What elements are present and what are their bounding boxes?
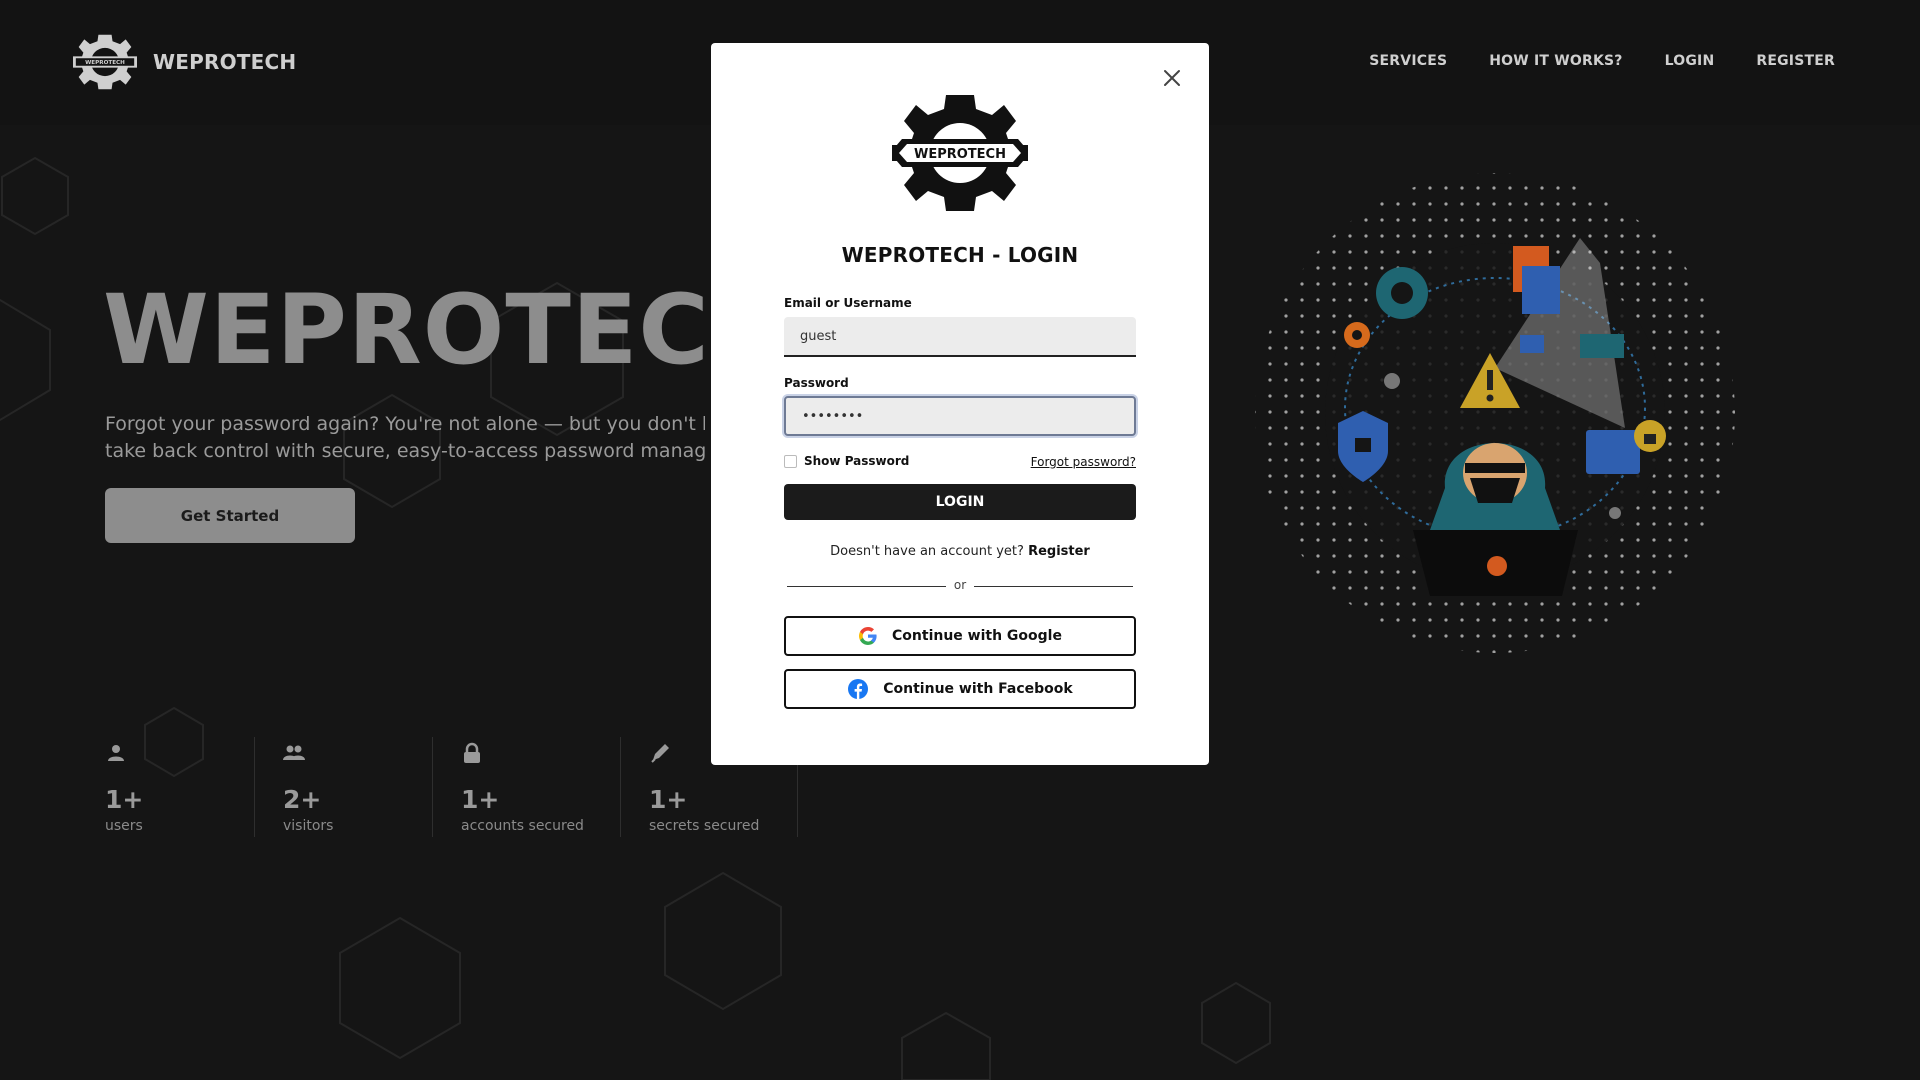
hacker-security-illustration bbox=[1255, 173, 1735, 653]
gear-logo-icon: WEPROTECH bbox=[73, 34, 137, 90]
continue-with-facebook-button[interactable]: Continue with Facebook bbox=[784, 669, 1136, 709]
register-prompt-row: Doesn't have an account yet? Register bbox=[711, 544, 1209, 559]
modal-title: WEPROTECH - LOGIN bbox=[841, 243, 1079, 267]
email-input[interactable]: guest bbox=[784, 317, 1136, 357]
stat-label: visitors bbox=[283, 818, 334, 834]
password-value: •••••••• bbox=[802, 408, 864, 424]
or-text: or bbox=[953, 578, 967, 592]
stat-value: 2+ bbox=[283, 785, 322, 814]
stat-label: users bbox=[105, 818, 143, 834]
google-icon bbox=[859, 627, 877, 645]
nav-services[interactable]: SERVICES bbox=[1369, 53, 1447, 69]
stat-value: 1+ bbox=[649, 785, 688, 814]
stat-divider bbox=[432, 737, 433, 837]
login-modal: WEPROTECH WEPROTECH - LOGIN Email or Use… bbox=[711, 43, 1209, 765]
continue-with-google-button[interactable]: Continue with Google bbox=[784, 616, 1136, 656]
hero-description-line-1: Forgot your password again? You're not a… bbox=[105, 413, 705, 435]
pen-icon bbox=[651, 744, 669, 763]
facebook-icon bbox=[848, 679, 869, 699]
or-divider: or bbox=[787, 578, 1133, 594]
stat-value: 1+ bbox=[105, 785, 144, 814]
brand-name: WEPROTECH bbox=[153, 50, 297, 74]
weprotech-gear-logo-icon: WEPROTECH bbox=[892, 95, 1028, 211]
user-icon bbox=[108, 745, 124, 761]
nav-login[interactable]: LOGIN bbox=[1665, 53, 1715, 69]
logo-text: WEPROTECH bbox=[85, 60, 125, 66]
modal-logo-text: WEPROTECH bbox=[914, 147, 1006, 162]
lock-icon bbox=[464, 742, 480, 763]
email-label: Email or Username bbox=[784, 296, 912, 310]
hero-description-line-2: take back control with secure, easy-to-a… bbox=[105, 440, 705, 462]
google-button-label: Continue with Google bbox=[892, 628, 1062, 644]
register-link[interactable]: Register bbox=[1028, 544, 1090, 559]
users-icon bbox=[283, 745, 305, 760]
close-icon bbox=[1164, 70, 1180, 86]
show-password-label[interactable]: Show Password bbox=[804, 454, 909, 468]
email-value: guest bbox=[800, 328, 837, 344]
hero-title: WEPROTECH bbox=[103, 274, 792, 386]
get-started-button[interactable]: Get Started bbox=[105, 488, 355, 543]
nav-links: SERVICES HOW IT WORKS? LOGIN REGISTER bbox=[1369, 53, 1835, 69]
forgot-password-link[interactable]: Forgot password? bbox=[1031, 455, 1136, 469]
password-input[interactable]: •••••••• bbox=[784, 396, 1136, 436]
register-prompt: Doesn't have an account yet? bbox=[830, 544, 1024, 559]
brand[interactable]: WEPROTECH WEPROTECH bbox=[73, 33, 296, 91]
login-button[interactable]: LOGIN bbox=[784, 484, 1136, 520]
stat-label: accounts secured bbox=[461, 818, 584, 834]
nav-how-it-works[interactable]: HOW IT WORKS? bbox=[1489, 53, 1622, 69]
show-password-checkbox[interactable] bbox=[784, 454, 797, 468]
stat-divider bbox=[254, 737, 255, 837]
nav-register[interactable]: REGISTER bbox=[1756, 53, 1835, 69]
stat-value: 1+ bbox=[461, 785, 500, 814]
facebook-button-label: Continue with Facebook bbox=[883, 681, 1073, 697]
stat-divider bbox=[620, 737, 621, 837]
divider-line-right bbox=[974, 586, 1133, 587]
show-password-row: Show Password bbox=[784, 454, 909, 468]
stat-label: secrets secured bbox=[649, 818, 760, 834]
hero-description: Forgot your password again? You're not a… bbox=[105, 411, 705, 465]
password-label: Password bbox=[784, 376, 849, 390]
close-modal-button[interactable] bbox=[1157, 63, 1187, 93]
